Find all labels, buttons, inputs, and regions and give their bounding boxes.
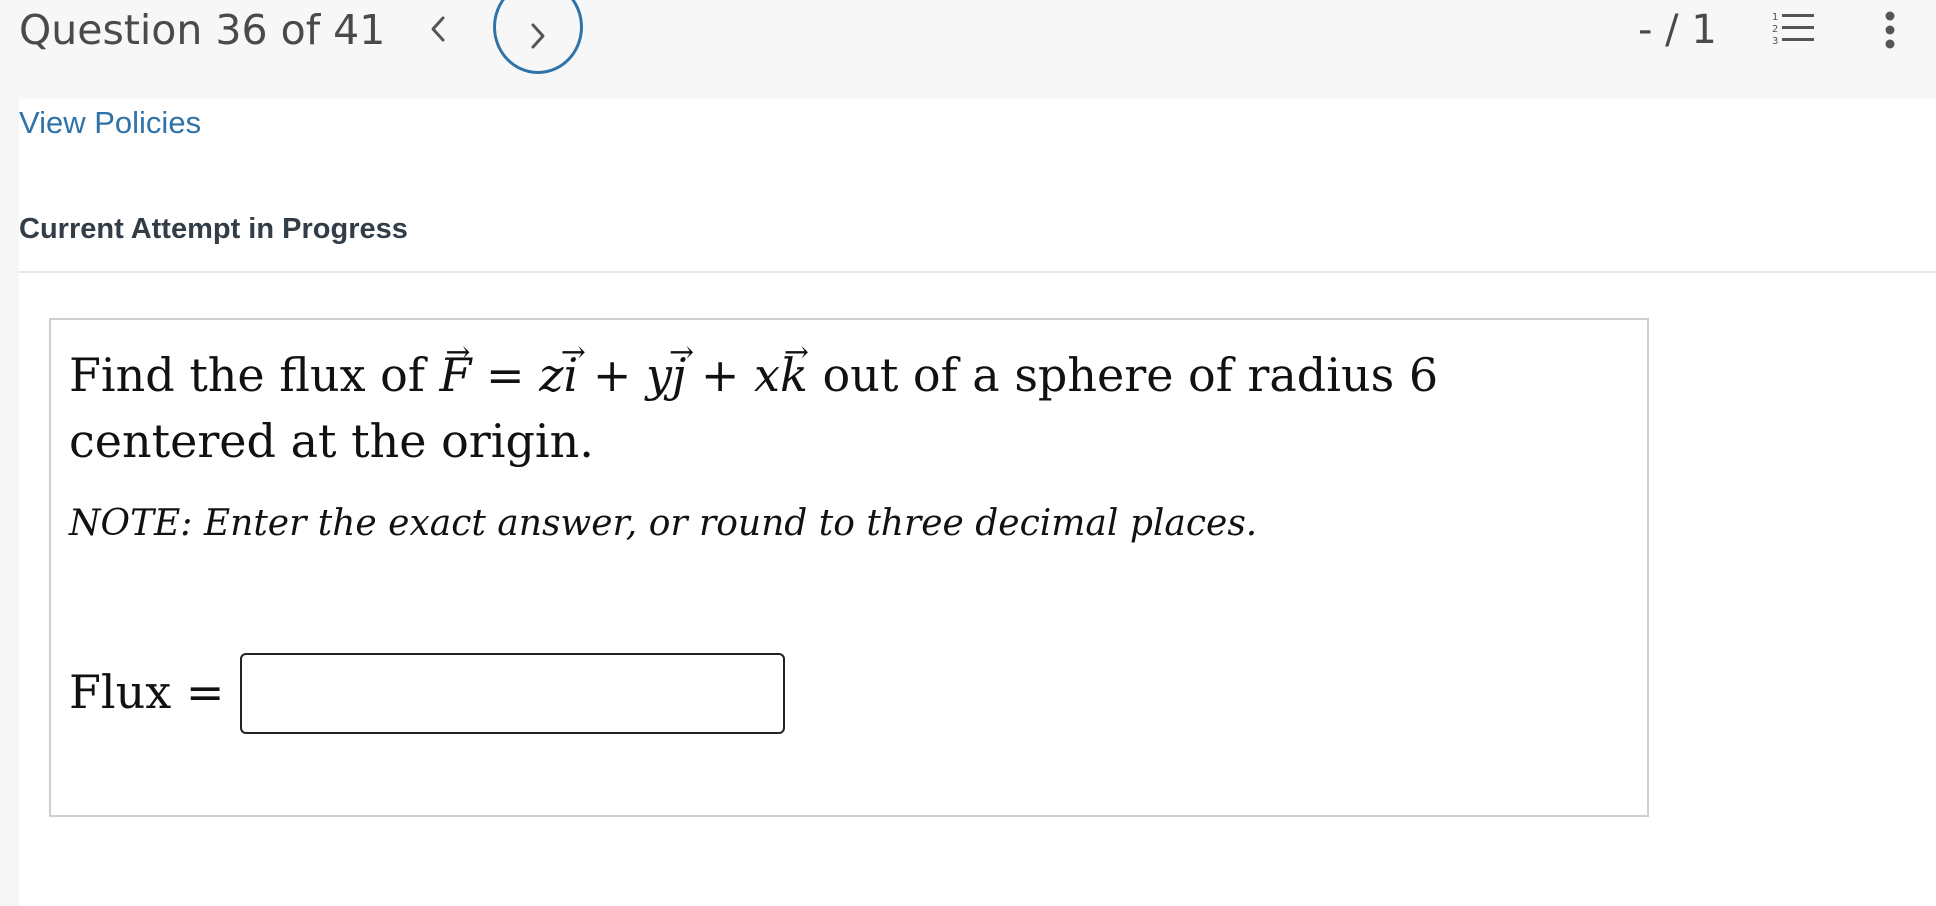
top-bar: Question 36 of 41 - / 1 1 2 3 [0,0,1936,99]
question-box: Find the flux of F = zi + yj + xk out of… [49,318,1649,817]
divider [19,271,1936,273]
plus-sign-2: + [700,348,740,402]
attempt-status: Current Attempt in Progress [19,213,408,245]
svg-text:1: 1 [1772,12,1778,23]
question-note: NOTE: Enter the exact answer, or round t… [69,503,1258,544]
svg-text:2: 2 [1772,24,1778,35]
main-content: View Policies Current Attempt in Progres… [19,99,1936,906]
view-policies-link[interactable]: View Policies [19,103,201,143]
score-display: - / 1 [1638,7,1717,53]
question-counter: Question 36 of 41 [19,6,386,54]
vector-j: j [672,342,686,408]
coef-x: x [754,348,780,402]
chevron-right-icon [531,23,545,49]
svg-text:3: 3 [1772,36,1778,47]
more-vertical-icon [1885,11,1895,49]
numbered-list-icon: 1 2 3 [1772,12,1814,47]
question-text: Find the flux of F = zi + yj + xk out of… [69,342,1639,474]
question-prefix: Find the flux of [69,348,425,402]
question-list-button[interactable]: 1 2 3 [1770,10,1816,48]
vector-F: F [440,342,472,408]
more-options-button[interactable] [1878,10,1902,50]
next-question-button[interactable] [493,0,583,74]
chevron-left-icon [431,16,445,42]
previous-question-button[interactable] [420,6,456,52]
plus-sign-1: + [592,348,632,402]
flux-answer-input[interactable] [240,653,785,734]
equals-sign: = [486,348,525,402]
vector-k: k [780,342,808,408]
vector-i: i [563,342,578,408]
flux-label: Flux = [69,665,225,719]
